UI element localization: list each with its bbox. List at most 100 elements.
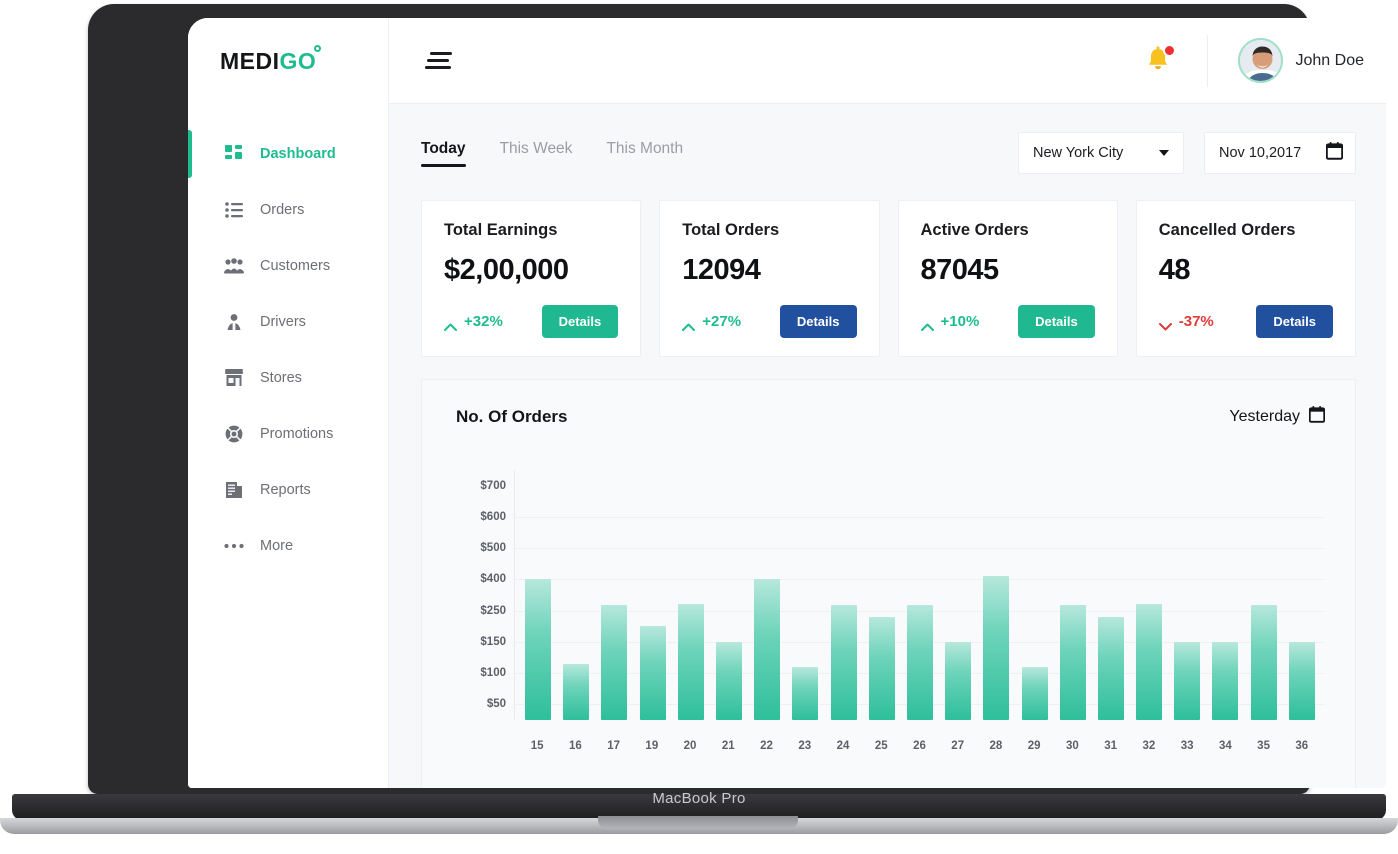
sidebar-item-more[interactable]: More bbox=[188, 518, 388, 574]
stat-card-delta-value: +27% bbox=[702, 313, 741, 330]
chart-title: No. Of Orders bbox=[456, 407, 567, 427]
bar-column bbox=[1054, 470, 1092, 720]
sidebar-item-dashboard[interactable]: Dashboard bbox=[188, 126, 388, 182]
stat-card-delta: +10% bbox=[921, 313, 980, 330]
stat-card-cancelled-orders: Cancelled Orders 48 -37% bbox=[1136, 200, 1356, 357]
calendar-icon bbox=[1326, 142, 1343, 164]
tab-this-month[interactable]: This Month bbox=[606, 140, 683, 167]
y-axis-tick: $250 bbox=[480, 605, 506, 617]
sidebar-item-stores[interactable]: Stores bbox=[188, 350, 388, 406]
main-column: John Doe Today This Week This Month bbox=[388, 18, 1386, 788]
x-axis-tick: 16 bbox=[556, 740, 594, 752]
sidebar-item-drivers[interactable]: Drivers bbox=[188, 294, 388, 350]
x-axis-tick: 32 bbox=[1130, 740, 1168, 752]
bar[interactable] bbox=[563, 664, 589, 720]
bar[interactable] bbox=[1098, 617, 1124, 720]
y-axis-tick: $700 bbox=[480, 480, 506, 492]
city-select[interactable]: New York City bbox=[1018, 132, 1184, 174]
stat-card-footer: +32% Details bbox=[444, 305, 618, 338]
brand-logo: MEDIGO bbox=[220, 48, 316, 75]
bar[interactable] bbox=[601, 605, 627, 720]
bar[interactable] bbox=[1289, 642, 1315, 720]
chevron-up-icon bbox=[444, 318, 456, 326]
x-axis-tick: 27 bbox=[939, 740, 977, 752]
bar-column bbox=[901, 470, 939, 720]
bar[interactable] bbox=[716, 642, 742, 720]
brand-dot-icon bbox=[314, 45, 321, 52]
sidebar-item-orders[interactable]: Orders bbox=[188, 182, 388, 238]
stat-card-delta-value: +32% bbox=[464, 313, 503, 330]
details-button[interactable]: Details bbox=[542, 305, 619, 338]
bar[interactable] bbox=[792, 667, 818, 720]
bar[interactable] bbox=[831, 605, 857, 720]
bar-series bbox=[515, 470, 1325, 720]
bar[interactable] bbox=[869, 617, 895, 720]
stat-card-title: Cancelled Orders bbox=[1159, 221, 1333, 240]
x-axis-tick: 19 bbox=[633, 740, 671, 752]
chart-range-picker[interactable]: Yesterday bbox=[1229, 406, 1325, 428]
bar[interactable] bbox=[945, 642, 971, 720]
chart-header: No. Of Orders Yesterday bbox=[456, 406, 1325, 428]
sidebar-item-reports[interactable]: Reports bbox=[188, 462, 388, 518]
bar[interactable] bbox=[1060, 605, 1086, 720]
bar[interactable] bbox=[1136, 604, 1162, 720]
sidebar-item-label: More bbox=[260, 538, 293, 554]
bar-chart: $700$600$500$400$250$150$100$50 15161719… bbox=[456, 470, 1325, 752]
stat-card-total-orders: Total Orders 12094 +27% bbox=[659, 200, 879, 357]
bar[interactable] bbox=[754, 579, 780, 720]
details-button[interactable]: Details bbox=[1018, 305, 1095, 338]
bar-column bbox=[519, 470, 557, 720]
user-menu[interactable]: John Doe bbox=[1207, 35, 1365, 87]
stat-card-footer: +10% Details bbox=[921, 305, 1095, 338]
chevron-up-icon bbox=[921, 318, 933, 326]
bar[interactable] bbox=[678, 604, 704, 720]
bar-column bbox=[1283, 470, 1321, 720]
bar[interactable] bbox=[1251, 605, 1277, 720]
bar[interactable] bbox=[1174, 642, 1200, 720]
bell-icon[interactable] bbox=[1145, 46, 1173, 76]
content-area: Today This Week This Month New York City… bbox=[388, 104, 1386, 788]
sidebar-item-label: Drivers bbox=[260, 314, 306, 330]
details-button[interactable]: Details bbox=[1256, 305, 1333, 338]
bar[interactable] bbox=[983, 576, 1009, 720]
stat-card-active-orders: Active Orders 87045 +10% bbox=[898, 200, 1118, 357]
bar[interactable] bbox=[1022, 667, 1048, 720]
topbar: John Doe bbox=[388, 18, 1386, 104]
bar-column bbox=[1168, 470, 1206, 720]
date-picker[interactable]: Nov 10,2017 bbox=[1204, 132, 1356, 174]
promotions-icon bbox=[224, 424, 244, 444]
x-axis-tick: 25 bbox=[862, 740, 900, 752]
logo[interactable]: MEDIGO bbox=[188, 18, 388, 104]
x-axis-tick: 33 bbox=[1168, 740, 1206, 752]
bar[interactable] bbox=[525, 579, 551, 720]
bar-column bbox=[557, 470, 595, 720]
bar-column bbox=[1092, 470, 1130, 720]
avatar bbox=[1238, 38, 1283, 83]
plot-area bbox=[514, 470, 1325, 720]
list-icon bbox=[224, 200, 244, 220]
stat-card-total-earnings: Total Earnings $2,00,000 +32% bbox=[421, 200, 641, 357]
sidebar-item-promotions[interactable]: Promotions bbox=[188, 406, 388, 462]
hamburger-icon[interactable] bbox=[425, 52, 453, 69]
stat-card-delta: +32% bbox=[444, 313, 503, 330]
sidebar-item-customers[interactable]: Customers bbox=[188, 238, 388, 294]
bar-column bbox=[634, 470, 672, 720]
bar[interactable] bbox=[1212, 642, 1238, 720]
y-axis: $700$600$500$400$250$150$100$50 bbox=[456, 470, 514, 720]
period-tabs: Today This Week This Month bbox=[421, 140, 683, 167]
details-button[interactable]: Details bbox=[780, 305, 857, 338]
tab-this-week[interactable]: This Week bbox=[500, 140, 573, 167]
laptop-notch bbox=[598, 816, 798, 829]
x-axis-tick: 15 bbox=[518, 740, 556, 752]
bar-column bbox=[1245, 470, 1283, 720]
bar-column bbox=[595, 470, 633, 720]
notification-badge bbox=[1163, 44, 1176, 57]
bar-column bbox=[786, 470, 824, 720]
screenshot-root: MEDIGO Dashboard bbox=[0, 0, 1398, 854]
tab-today[interactable]: Today bbox=[421, 140, 466, 167]
calendar-icon bbox=[1309, 406, 1325, 428]
bar-column bbox=[710, 470, 748, 720]
bar[interactable] bbox=[640, 626, 666, 720]
x-axis-tick: 28 bbox=[977, 740, 1015, 752]
bar[interactable] bbox=[907, 605, 933, 720]
